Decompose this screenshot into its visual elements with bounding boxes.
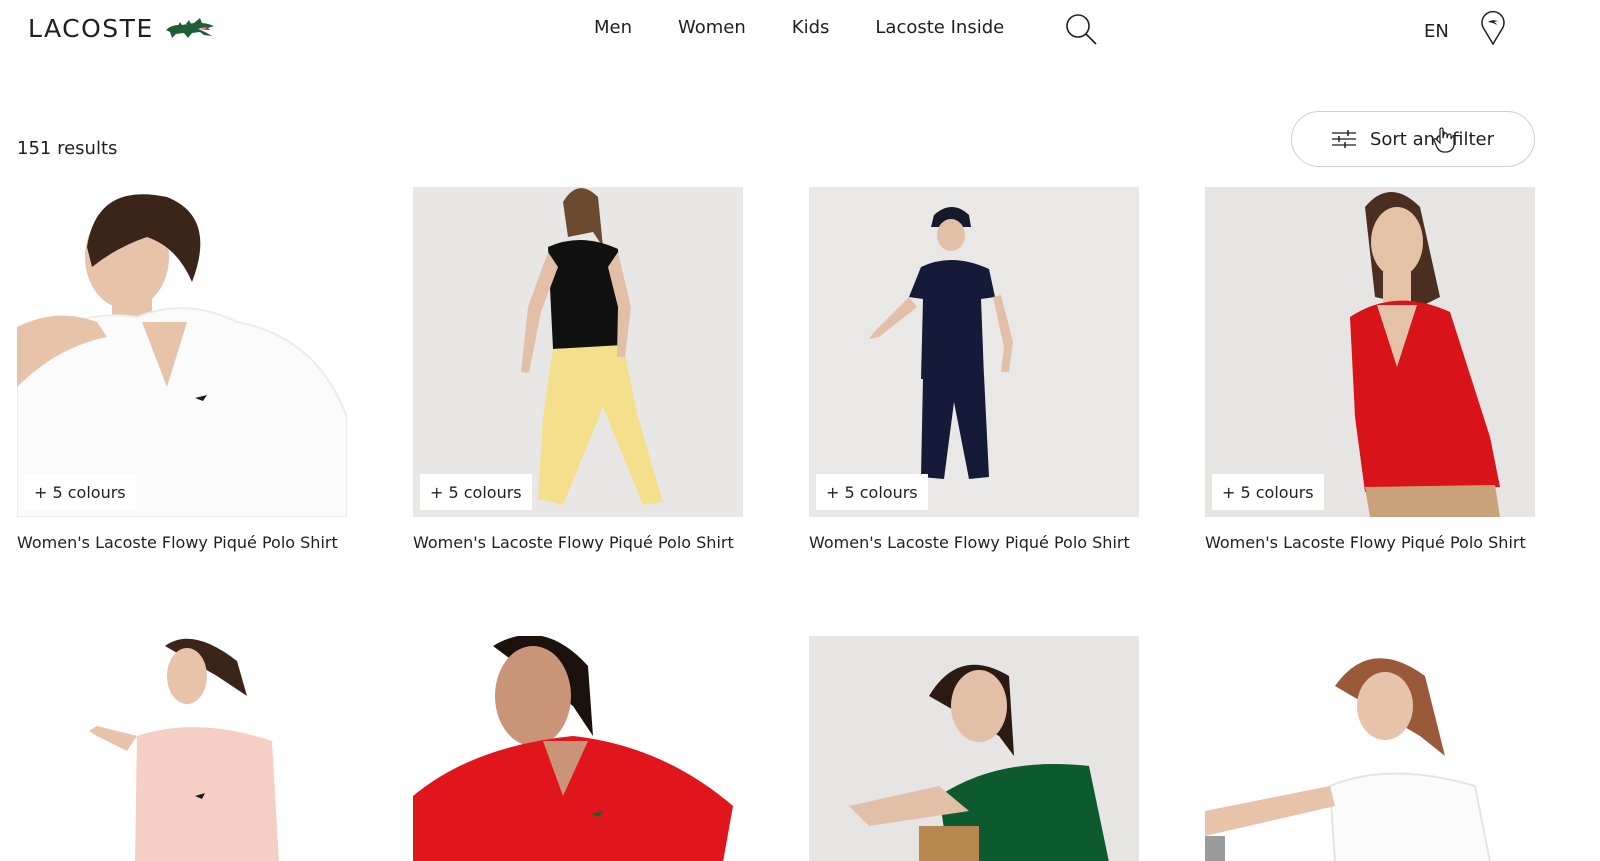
sort-and-filter-label: Sort and filter [1369, 128, 1495, 150]
product-image[interactable]: + 5 colours [413, 187, 743, 517]
store-locator-icon[interactable] [1480, 11, 1506, 45]
results-count: 151 results [17, 138, 118, 159]
lacoste-logo[interactable]: LACOSTE [28, 10, 216, 46]
product-image[interactable] [17, 636, 347, 861]
model-photo-green-polo [809, 636, 1139, 861]
model-photo-white-polo-2 [1205, 636, 1535, 861]
product-image[interactable]: + 5 colours [809, 187, 1139, 517]
nav-women[interactable]: Women [678, 17, 746, 38]
product-name[interactable]: Women's Lacoste Flowy Piqué Polo Shirt [17, 533, 347, 552]
colours-badge[interactable]: + 5 colours [420, 474, 532, 510]
product-card[interactable] [1205, 636, 1535, 861]
model-photo-black-polo [413, 187, 743, 517]
model-photo-navy-polo [809, 187, 1139, 517]
filter-sliders-icon [1331, 130, 1356, 148]
model-photo-red-polo-2 [413, 636, 743, 861]
logo-wordmark: LACOSTE [28, 13, 154, 43]
product-image[interactable] [413, 636, 743, 861]
model-photo-red-polo [1205, 187, 1535, 517]
crocodile-icon [165, 18, 214, 38]
nav-lacoste-inside[interactable]: Lacoste Inside [875, 17, 1004, 38]
language-selector[interactable]: EN [1424, 21, 1449, 42]
nav-kids[interactable]: Kids [792, 17, 830, 38]
sort-and-filter-button[interactable]: Sort and filter [1291, 111, 1535, 167]
main-nav: Men Women Kids Lacoste Inside [594, 17, 1004, 38]
product-card[interactable]: + 5 colours Women's Lacoste Flowy Piqué … [1205, 187, 1535, 552]
product-card[interactable]: + 5 colours Women's Lacoste Flowy Piqué … [809, 187, 1139, 552]
product-card[interactable] [809, 636, 1139, 861]
product-name[interactable]: Women's Lacoste Flowy Piqué Polo Shirt [1205, 533, 1535, 552]
colours-badge[interactable]: + 5 colours [24, 474, 136, 510]
product-image[interactable] [809, 636, 1139, 861]
nav-men[interactable]: Men [594, 17, 632, 38]
product-name[interactable]: Women's Lacoste Flowy Piqué Polo Shirt [809, 533, 1139, 552]
product-card[interactable]: + 5 colours Women's Lacoste Flowy Piqué … [17, 187, 347, 552]
site-header: LACOSTE Men Women Kids Lacoste Inside EN [0, 0, 1600, 64]
product-card[interactable] [413, 636, 743, 861]
model-photo-pink-polo [17, 636, 347, 861]
product-name[interactable]: Women's Lacoste Flowy Piqué Polo Shirt [413, 533, 743, 552]
search-icon[interactable] [1064, 12, 1098, 46]
product-image[interactable]: + 5 colours [17, 187, 347, 517]
product-card[interactable] [17, 636, 347, 861]
product-image[interactable]: + 5 colours [1205, 187, 1535, 517]
colours-badge[interactable]: + 5 colours [816, 474, 928, 510]
colours-badge[interactable]: + 5 colours [1212, 474, 1324, 510]
product-image[interactable] [1205, 636, 1535, 861]
hand-cursor-icon [1433, 127, 1455, 153]
model-photo-white-polo [17, 187, 347, 517]
product-card[interactable]: + 5 colours Women's Lacoste Flowy Piqué … [413, 187, 743, 552]
